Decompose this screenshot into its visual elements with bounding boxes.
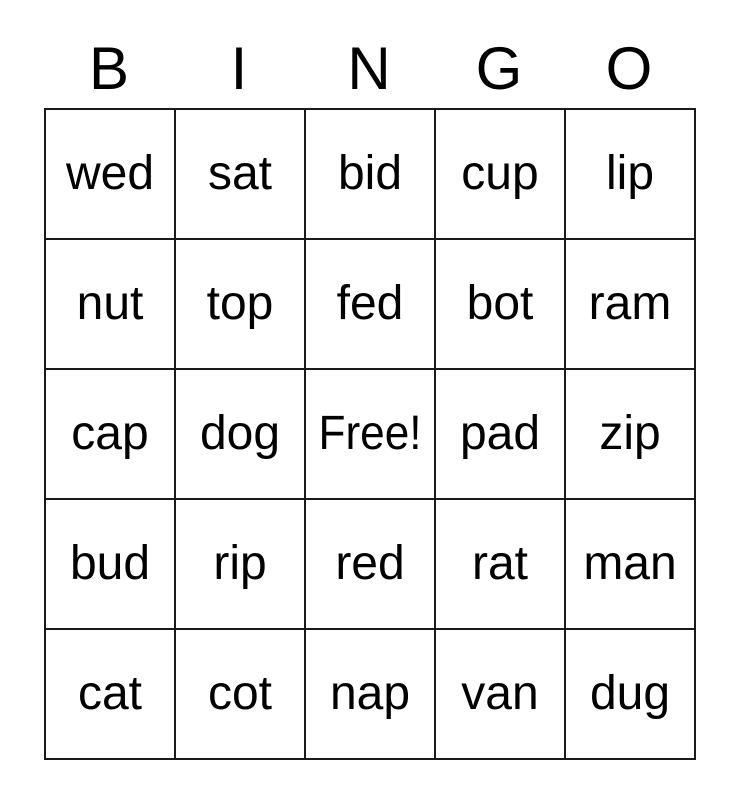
bingo-cell[interactable]: fed — [306, 240, 436, 370]
bingo-cell-label: bot — [466, 277, 534, 330]
bingo-cell[interactable]: ram — [566, 240, 696, 370]
bingo-row: wed sat bid cup lip — [46, 110, 696, 240]
bingo-cell[interactable]: cap — [46, 370, 176, 500]
bingo-row: nut top fed bot ram — [46, 240, 696, 370]
bingo-cell[interactable]: nap — [306, 630, 436, 760]
bingo-cell[interactable]: wed — [46, 110, 176, 240]
bingo-header-row: B I N G O — [44, 30, 694, 108]
bingo-cell[interactable]: cup — [436, 110, 566, 240]
bingo-cell-label: cot — [207, 667, 273, 720]
bingo-cell-label: cup — [461, 147, 539, 200]
bingo-cell[interactable]: top — [176, 240, 306, 370]
bingo-cell-label: zip — [599, 407, 661, 460]
bingo-cell[interactable]: zip — [566, 370, 696, 500]
bingo-cell-label: rip — [213, 537, 267, 590]
bingo-cell-label: cat — [77, 667, 143, 720]
bingo-cell[interactable]: man — [566, 500, 696, 630]
bingo-cell[interactable]: red — [306, 500, 436, 630]
bingo-cell-label: bid — [337, 147, 403, 200]
bingo-cell-label: nut — [76, 277, 144, 330]
header-letter-label: O — [605, 35, 653, 102]
bingo-row: cap dog Free! pad zip — [46, 370, 696, 500]
bingo-cell-label: van — [461, 667, 539, 720]
bingo-cell-label: nap — [329, 667, 411, 720]
bingo-header-letter-b: B — [44, 30, 174, 108]
bingo-header-letter-n: N — [304, 30, 434, 108]
bingo-cell[interactable]: pad — [436, 370, 566, 500]
bingo-cell-label: wed — [65, 147, 155, 200]
bingo-cell-label: dug — [589, 667, 671, 720]
bingo-cell-label: man — [583, 537, 677, 590]
bingo-cell-label: lip — [605, 147, 655, 200]
bingo-cell-label: cap — [71, 407, 149, 460]
bingo-cell[interactable]: lip — [566, 110, 696, 240]
bingo-cell[interactable]: rip — [176, 500, 306, 630]
bingo-cell-label: sat — [207, 147, 273, 200]
bingo-cell[interactable]: nut — [46, 240, 176, 370]
bingo-cell[interactable]: cat — [46, 630, 176, 760]
bingo-cell-label: fed — [336, 277, 404, 330]
bingo-cell[interactable]: bot — [436, 240, 566, 370]
header-letter-label: I — [230, 35, 248, 102]
bingo-cell[interactable]: sat — [176, 110, 306, 240]
bingo-cell[interactable]: van — [436, 630, 566, 760]
bingo-header-letter-i: I — [174, 30, 304, 108]
bingo-cell-label: rat — [471, 537, 528, 590]
bingo-cell[interactable]: dug — [566, 630, 696, 760]
bingo-cell[interactable]: bud — [46, 500, 176, 630]
bingo-card: B I N G O wed sat bid cup lip nut top fe… — [44, 30, 696, 760]
bingo-row: bud rip red rat man — [46, 500, 696, 630]
header-letter-label: N — [347, 35, 391, 102]
bingo-cell-label: ram — [588, 277, 672, 330]
bingo-cell-label: pad — [459, 407, 541, 460]
bingo-row: cat cot nap van dug — [46, 630, 696, 760]
bingo-header-letter-g: G — [434, 30, 564, 108]
bingo-free-space-label: Free! — [318, 407, 422, 460]
header-letter-label: G — [475, 35, 523, 102]
bingo-cell[interactable]: rat — [436, 500, 566, 630]
bingo-cell[interactable]: cot — [176, 630, 306, 760]
bingo-cell-label: dog — [199, 407, 281, 460]
bingo-grid: wed sat bid cup lip nut top fed bot ram … — [44, 108, 696, 760]
bingo-free-space-cell[interactable]: Free! — [306, 370, 436, 500]
bingo-cell-label: red — [335, 537, 405, 590]
bingo-cell-label: top — [206, 277, 274, 330]
bingo-cell[interactable]: dog — [176, 370, 306, 500]
header-letter-label: B — [88, 35, 130, 102]
bingo-header-letter-o: O — [564, 30, 694, 108]
bingo-cell[interactable]: bid — [306, 110, 436, 240]
bingo-cell-label: bud — [69, 537, 151, 590]
